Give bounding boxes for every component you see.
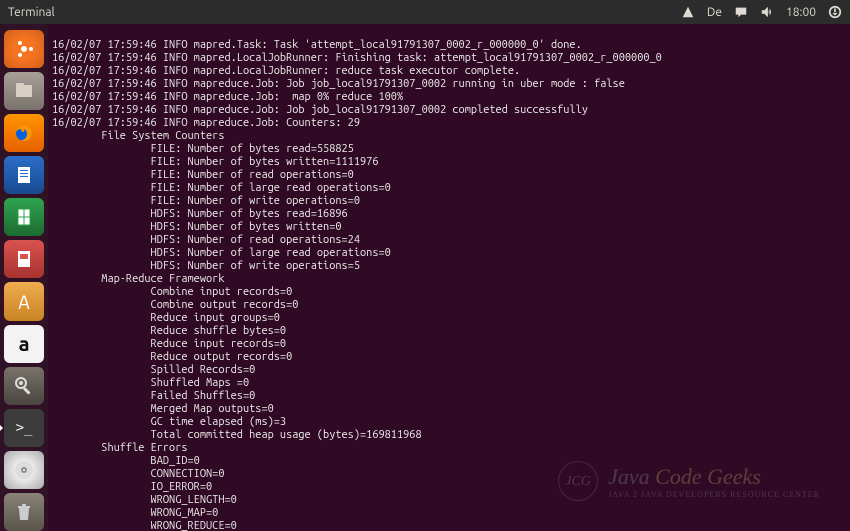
session-indicator-icon[interactable] xyxy=(828,5,842,19)
launcher-dash[interactable] xyxy=(4,30,44,68)
launcher-amazon[interactable]: a xyxy=(4,325,44,363)
active-window-title: Terminal xyxy=(8,6,55,19)
gear-wrench-icon xyxy=(13,375,35,397)
firefox-icon xyxy=(13,122,35,144)
trash-icon xyxy=(14,502,34,522)
volume-indicator-icon[interactable] xyxy=(760,5,774,19)
messaging-indicator-icon[interactable] xyxy=(734,5,748,19)
launcher-terminal[interactable]: >_ xyxy=(4,409,44,447)
spreadsheet-icon xyxy=(14,207,34,227)
software-center-icon: A xyxy=(18,290,29,313)
terminal-output: 16/02/07 17:59:46 INFO mapred.Task: Task… xyxy=(52,39,846,531)
files-icon xyxy=(13,80,35,102)
presentation-icon xyxy=(14,249,34,269)
launcher-files[interactable] xyxy=(4,72,44,110)
launcher-libreoffice-writer[interactable] xyxy=(4,156,44,194)
terminal-icon: >_ xyxy=(16,420,33,436)
document-icon xyxy=(14,165,34,185)
launcher-system-settings[interactable] xyxy=(4,367,44,405)
disc-icon xyxy=(13,459,35,481)
top-panel: Terminal De 18:00 xyxy=(0,0,850,24)
launcher-libreoffice-calc[interactable] xyxy=(4,198,44,236)
terminal-viewport[interactable]: 16/02/07 17:59:46 INFO mapred.Task: Task… xyxy=(48,24,850,531)
clock[interactable]: 18:00 xyxy=(786,6,816,19)
ubuntu-logo-icon xyxy=(13,38,35,60)
launcher-firefox[interactable] xyxy=(4,114,44,152)
launcher-trash[interactable] xyxy=(4,493,44,531)
launcher-software-center[interactable]: A xyxy=(4,282,44,320)
launcher-libreoffice-impress[interactable] xyxy=(4,240,44,278)
amazon-icon: a xyxy=(18,332,29,355)
launcher-disc[interactable] xyxy=(4,451,44,489)
keyboard-layout-indicator[interactable]: De xyxy=(707,6,722,19)
network-indicator-icon[interactable] xyxy=(681,5,695,19)
unity-launcher: A a >_ xyxy=(0,24,48,531)
